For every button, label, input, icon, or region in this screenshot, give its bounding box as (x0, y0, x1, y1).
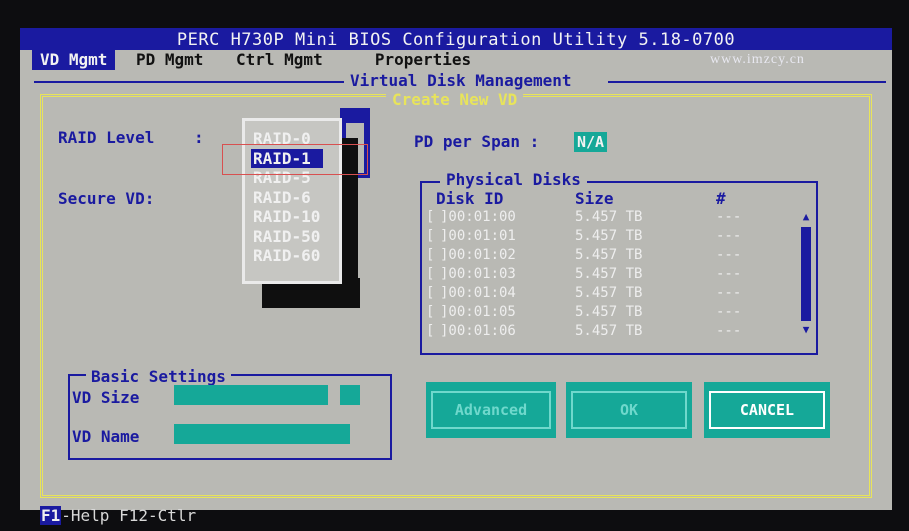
disk-num: --- (716, 228, 742, 244)
disk-row[interactable]: [ ]00:01:01 5.457 TB --- (426, 227, 741, 246)
raid-level-colon: : (194, 128, 204, 147)
disk-size: 5.457 TB (575, 209, 643, 225)
disk-row[interactable]: [ ]00:01:05 5.457 TB --- (426, 303, 741, 322)
disk-size: 5.457 TB (575, 323, 643, 339)
disk-num: --- (716, 266, 742, 282)
scroll-down-arrow-icon[interactable]: ▼ (800, 323, 812, 337)
disk-id: ]00:01:05 (440, 304, 516, 320)
col-header-num: # (716, 189, 726, 208)
vd-size-unit-select[interactable] (340, 385, 360, 405)
physical-disks-title: Physical Disks (440, 170, 587, 190)
vd-size-input[interactable] (174, 385, 328, 405)
secure-vd-label: Secure VD: (58, 189, 155, 208)
scrollbar-track[interactable] (801, 227, 811, 321)
menu-pd-mgmt[interactable]: PD Mgmt (128, 50, 211, 70)
disk-checkbox[interactable]: [ (426, 246, 434, 265)
raid-option-10[interactable]: RAID-10 (251, 207, 323, 226)
disk-num: --- (716, 285, 742, 301)
highlight-annotation (222, 144, 368, 175)
raid-level-label: RAID Level (58, 128, 155, 147)
disk-id: ]00:01:03 (440, 266, 516, 282)
app-title: PERC H730P Mini BIOS Configuration Utili… (176, 30, 736, 50)
menu-ctrl-mgmt[interactable]: Ctrl Mgmt (228, 50, 331, 70)
dialog-title: Create New VD (386, 91, 524, 109)
col-header-size: Size (575, 189, 614, 208)
disk-size: 5.457 TB (575, 247, 643, 263)
panel-border-right (608, 81, 886, 83)
disk-size: 5.457 TB (575, 285, 643, 301)
disk-checkbox[interactable]: [ (426, 322, 434, 341)
status-bar: F1-Help F12-Ctlr (40, 506, 196, 526)
disk-checkbox[interactable]: [ (426, 265, 434, 284)
disk-row[interactable]: [ ]00:01:02 5.457 TB --- (426, 246, 741, 265)
disk-num: --- (716, 247, 742, 263)
footer-help-text: -Help F12-Ctlr (61, 506, 197, 525)
ok-button[interactable]: OK (566, 382, 692, 438)
vd-name-label: VD Name (72, 427, 140, 446)
raid-option-6[interactable]: RAID-6 (251, 188, 323, 207)
vd-size-label: VD Size (72, 388, 140, 407)
panel-title: Virtual Disk Management (346, 72, 576, 90)
disk-row[interactable]: [ ]00:01:06 5.457 TB --- (426, 322, 741, 341)
panel-border-left (34, 81, 344, 83)
advanced-button[interactable]: Advanced (426, 382, 556, 438)
disk-row[interactable]: [ ]00:01:04 5.457 TB --- (426, 284, 741, 303)
disk-row[interactable]: [ ]00:01:03 5.457 TB --- (426, 265, 741, 284)
disk-checkbox[interactable]: [ (426, 208, 434, 227)
scroll-up-arrow-icon[interactable]: ▲ (800, 210, 812, 224)
raid-option-60[interactable]: RAID-60 (251, 246, 323, 265)
menu-vd-mgmt[interactable]: VD Mgmt (32, 50, 116, 70)
pd-per-span-value[interactable]: N/A (574, 132, 607, 152)
disk-size: 5.457 TB (575, 304, 643, 320)
disk-size: 5.457 TB (575, 228, 643, 244)
basic-settings-title: Basic Settings (86, 367, 231, 387)
advanced-button-label: Advanced (431, 391, 551, 429)
watermark-text: www.imzcy.cn (710, 52, 805, 67)
disk-list-scrollbar[interactable]: ▲ ▼ (800, 210, 812, 338)
disk-num: --- (716, 209, 742, 225)
disk-checkbox[interactable]: [ (426, 303, 434, 322)
vd-name-input[interactable] (174, 424, 350, 444)
f1-key[interactable]: F1 (40, 506, 62, 525)
cancel-button-label: CANCEL (709, 391, 825, 429)
disk-id: ]00:01:04 (440, 285, 516, 301)
bios-screen: PERC H730P Mini BIOS Configuration Utili… (20, 28, 892, 510)
disk-row[interactable]: [ ]00:01:00 5.457 TB --- (426, 208, 741, 227)
menu-properties[interactable]: Properties (360, 50, 486, 70)
raid-level-list[interactable]: RAID-0 RAID-1 RAID-5 RAID-6 RAID-10 RAID… (242, 118, 342, 284)
disk-num: --- (716, 304, 742, 320)
disk-id: ]00:01:02 (440, 247, 516, 263)
col-header-disk-id: Disk ID (436, 189, 504, 208)
title-bar: PERC H730P Mini BIOS Configuration Utili… (20, 28, 892, 50)
disk-id: ]00:01:00 (440, 209, 516, 225)
disk-num: --- (716, 323, 742, 339)
ok-button-label: OK (571, 391, 687, 429)
pd-per-span-label: PD per Span : (414, 132, 540, 151)
disk-id: ]00:01:06 (440, 323, 516, 339)
disk-checkbox[interactable]: [ (426, 227, 434, 246)
cancel-button[interactable]: CANCEL (704, 382, 830, 438)
raid-option-50[interactable]: RAID-50 (251, 227, 323, 246)
disk-id: ]00:01:01 (440, 228, 516, 244)
disk-size: 5.457 TB (575, 266, 643, 282)
disk-checkbox[interactable]: [ (426, 284, 434, 303)
